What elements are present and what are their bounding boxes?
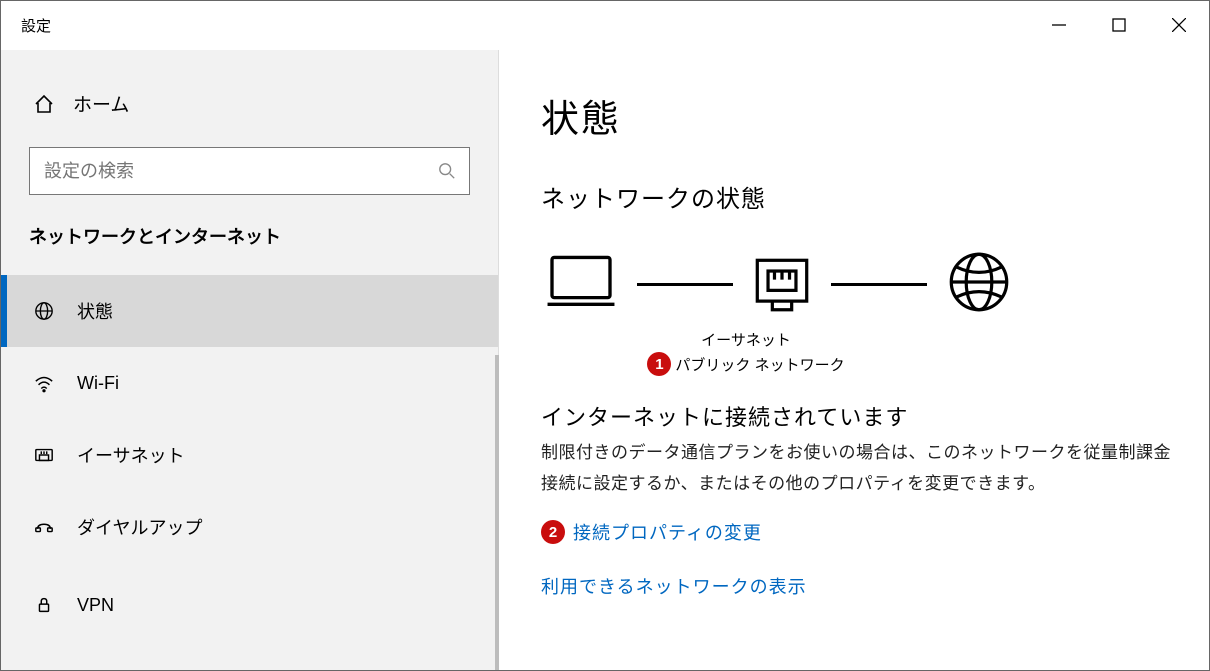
diagram-ethernet-node: [753, 256, 811, 314]
vpn-icon: [33, 594, 55, 616]
pc-icon: [545, 253, 617, 316]
diagram-caption: イーサネット 1 パブリック ネットワーク: [541, 329, 951, 376]
annotation-badge-1: 1: [647, 352, 671, 376]
sidebar-item-vpn[interactable]: VPN: [1, 563, 498, 641]
sidebar-item-ethernet[interactable]: イーサネット: [1, 419, 498, 491]
show-networks-link[interactable]: 利用できるネットワークの表示: [541, 573, 807, 599]
search-icon: [425, 162, 469, 180]
settings-window: 設定 ホーム: [0, 0, 1210, 671]
sidebar-item-label: 状態: [77, 298, 113, 324]
connected-description: 制限付きのデータ通信プランをお使いの場合は、このネットワークを従量制課金接続に設…: [541, 438, 1181, 499]
home-link[interactable]: ホーム: [1, 90, 498, 147]
network-name: イーサネット: [541, 329, 951, 350]
page-title: 状態: [541, 88, 1209, 143]
titlebar: 設定: [1, 1, 1209, 50]
search-input[interactable]: [30, 161, 425, 182]
diagram-line: [831, 283, 927, 286]
sidebar-item-label: Wi-Fi: [77, 373, 119, 394]
sidebar-item-label: VPN: [77, 595, 114, 616]
network-diagram: [541, 250, 1209, 319]
globe-icon: [33, 300, 55, 322]
sidebar-item-wifi[interactable]: Wi-Fi: [1, 347, 498, 419]
network-type-row: 1 パブリック ネットワーク: [541, 352, 951, 376]
maximize-icon: [1112, 18, 1126, 32]
diagram-line: [637, 283, 733, 286]
home-label: ホーム: [73, 90, 129, 117]
ethernet-icon: [33, 444, 55, 466]
sidebar-section-heading: ネットワークとインターネット: [1, 223, 498, 275]
show-networks-row: 利用できるネットワークの表示: [541, 573, 1209, 599]
wifi-icon: [33, 372, 55, 394]
search-box[interactable]: [29, 147, 470, 195]
main-content: 状態 ネットワークの状態 イーサネット 1 パブリック ネ: [499, 50, 1209, 670]
sidebar-item-label: イーサネット: [77, 442, 185, 468]
sidebar-item-status[interactable]: 状態: [1, 275, 498, 347]
connected-heading: インターネットに接続されています: [541, 400, 1209, 432]
window-body: ホーム ネットワークとインターネット 状態 Wi-Fi: [1, 50, 1209, 670]
change-properties-row: 2 接続プロパティの変更: [541, 519, 1209, 545]
sidebar-item-label: ダイヤルアップ: [77, 514, 202, 540]
close-button[interactable]: [1149, 1, 1209, 49]
ethernet-port-icon: [753, 256, 811, 314]
window-controls: [1029, 1, 1209, 49]
section-subheading: ネットワークの状態: [541, 179, 1209, 214]
window-title: 設定: [1, 15, 51, 36]
dialup-icon: [33, 516, 55, 538]
network-type: パブリック ネットワーク: [675, 354, 844, 375]
annotation-badge-2: 2: [541, 520, 565, 544]
maximize-button[interactable]: [1089, 1, 1149, 49]
minimize-button[interactable]: [1029, 1, 1089, 49]
sidebar: ホーム ネットワークとインターネット 状態 Wi-Fi: [1, 50, 499, 670]
change-properties-link[interactable]: 接続プロパティの変更: [573, 519, 762, 545]
internet-globe-icon: [947, 250, 1011, 319]
sidebar-item-dialup[interactable]: ダイヤルアップ: [1, 491, 498, 563]
home-icon: [33, 93, 55, 115]
minimize-icon: [1052, 18, 1066, 32]
close-icon: [1172, 18, 1186, 32]
